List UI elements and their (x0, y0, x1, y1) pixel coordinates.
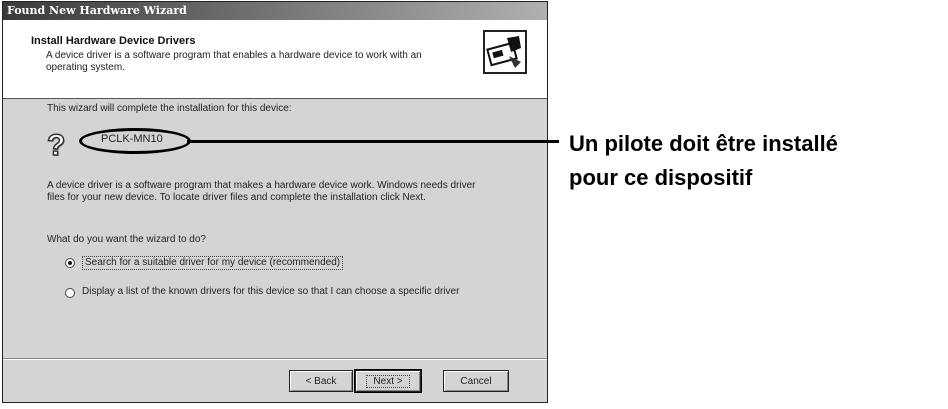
driver-explanation: A device driver is a software program th… (47, 180, 476, 203)
wizard-content: This wizard will complete the installati… (3, 99, 547, 402)
header-description: A device driver is a software program th… (46, 50, 422, 73)
option-display-label[interactable]: Display a list of the known drivers for … (82, 286, 502, 298)
option-display-list[interactable]: Display a list of the known drivers for … (65, 286, 502, 298)
radio-display-list[interactable] (65, 288, 75, 298)
cancel-button[interactable]: Cancel (443, 370, 509, 392)
header-title: Install Hardware Device Drivers (31, 35, 196, 47)
option-search-label[interactable]: Search for a suitable driver for my devi… (82, 256, 344, 270)
wizard-header: Install Hardware Device Drivers A device… (3, 20, 547, 99)
annotation-line-1: Un pilote doit être installé (569, 131, 838, 156)
window-title: Found New Hardware Wizard (3, 2, 547, 20)
next-button-label: Next > (366, 375, 410, 388)
button-separator (3, 358, 547, 360)
annotation-callout: Un pilote doit être installé pour ce dis… (569, 127, 948, 195)
annotation-pointer-line (187, 140, 559, 143)
radio-search-driver[interactable] (65, 258, 75, 268)
wizard-window: Found New Hardware Wizard Install Hardwa… (2, 1, 548, 403)
hardware-install-icon (483, 30, 527, 74)
option-search-driver[interactable]: Search for a suitable driver for my devi… (65, 256, 344, 270)
next-button[interactable]: Next > (354, 369, 422, 393)
intro-text: This wizard will complete the installati… (47, 103, 292, 114)
annotation-line-2: pour ce dispositif (569, 165, 753, 190)
back-button[interactable]: < Back (289, 370, 353, 392)
question-mark-icon: ? (46, 129, 66, 162)
wizard-question: What do you want the wizard to do? (47, 234, 206, 245)
device-name: PCLK-MN10 (101, 133, 163, 145)
